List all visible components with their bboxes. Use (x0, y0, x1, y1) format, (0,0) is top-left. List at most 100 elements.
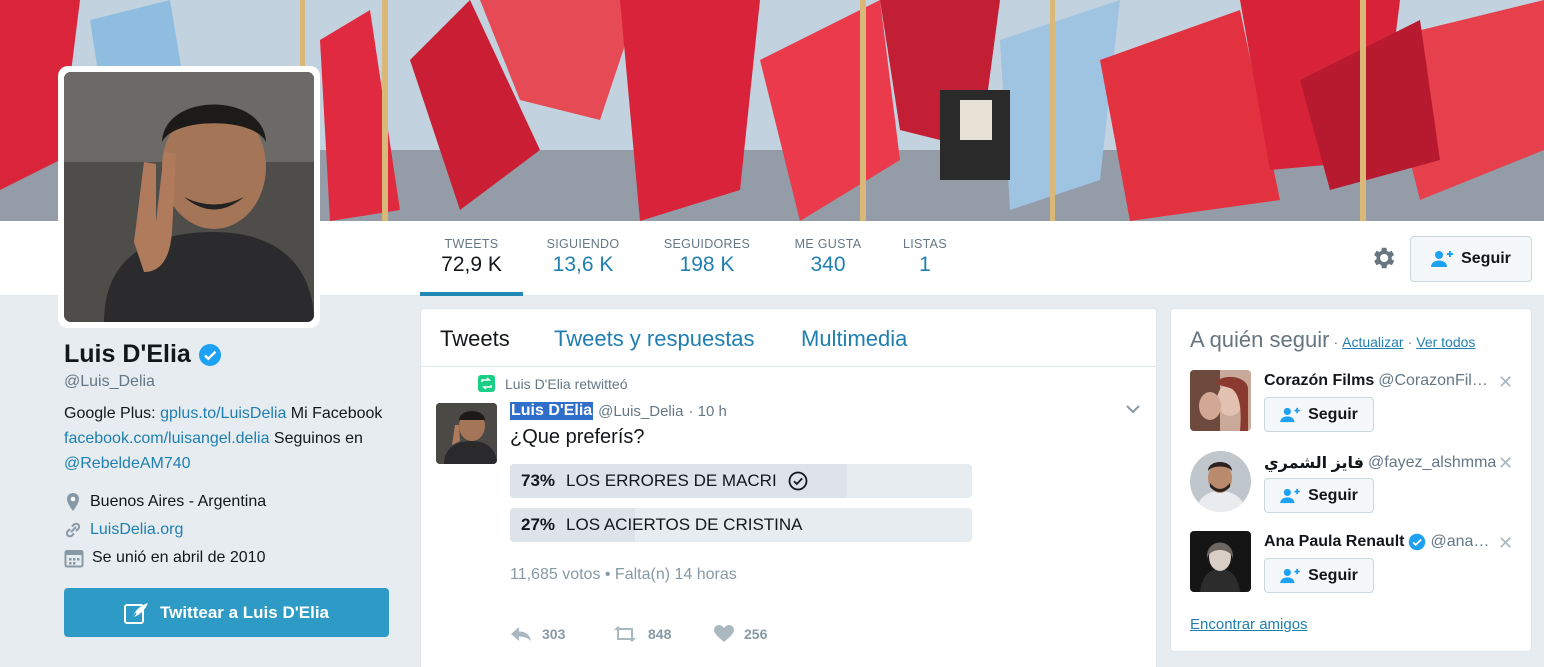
follow-label: Seguir (1308, 405, 1358, 423)
stat-followers[interactable]: SEGUIDORES 198 K (655, 221, 759, 296)
website-link[interactable]: LuisDelia.org (90, 521, 183, 539)
suggestion-avatar-image (1190, 531, 1251, 592)
stat-value: 72,9 K (441, 253, 502, 276)
stat-label: TWEETS (444, 237, 499, 251)
suggestion-handle: @ana… (1430, 533, 1490, 550)
add-user-icon (1280, 407, 1300, 422)
tweet-avatar[interactable] (436, 403, 497, 464)
follow-button[interactable]: Seguir (1410, 236, 1532, 282)
suggestion-identity[interactable]: Ana Paula Renault @ana… (1264, 533, 1496, 551)
find-friends-link[interactable]: Encontrar amigos (1190, 616, 1308, 633)
stat-label: SIGUIENDO (546, 237, 620, 251)
bio-text: Mi Facebook (286, 405, 383, 422)
bio-link-gplus[interactable]: gplus.to/LuisDelia (160, 405, 286, 422)
bio-link-rebelde[interactable]: @RebeldeAM740 (64, 455, 191, 472)
poll-option-text: 73% LOS ERRORES DE MACRI (521, 471, 808, 491)
joined-text: Se unió en abril de 2010 (92, 549, 266, 566)
dismiss-icon[interactable]: ✕ (1498, 372, 1513, 393)
suggestion-avatar[interactable] (1190, 370, 1251, 431)
follow-label: Seguir (1308, 486, 1358, 504)
refresh-link[interactable]: Actualizar (1342, 334, 1403, 350)
calendar-icon (64, 550, 84, 568)
stat-value: 198 K (679, 253, 735, 276)
tweet-avatar-image (436, 403, 497, 464)
retweet-count: 848 (648, 626, 672, 642)
suggestion-item: Corazón Films @CorazonFil… ✕ Seguir (1190, 370, 1520, 440)
location-text: Buenos Aires - Argentina (90, 493, 267, 510)
suggestion-follow-button[interactable]: Seguir (1264, 478, 1374, 513)
suggestion-name: Ana Paula Renault (1264, 533, 1405, 550)
timeline-tabs: Tweets Tweets y respuestas Multimedia (421, 309, 1156, 367)
profile-handle[interactable]: @Luis_Delia (64, 373, 394, 391)
suggestion-avatar-image (1190, 451, 1251, 512)
bio-link-facebook[interactable]: facebook.com/luisangel.delia (64, 430, 269, 447)
poll-percent: 73% (521, 471, 556, 490)
stat-tweets[interactable]: TWEETS 72,9 K (420, 221, 523, 296)
view-all-link[interactable]: Ver todos (1416, 334, 1475, 350)
tweet-author-name[interactable]: Luis D'Elia (510, 402, 594, 420)
separator-dot: · (1407, 334, 1413, 350)
tab-tweets-and-replies[interactable]: Tweets y respuestas (554, 326, 755, 352)
reply-action[interactable]: 303 (510, 625, 612, 643)
suggestion-name: فايز الشمري (1264, 455, 1365, 472)
check-circle-icon (788, 471, 808, 491)
stat-label: LISTAS (903, 237, 947, 251)
follow-label: Seguir (1308, 566, 1358, 584)
suggestion-identity[interactable]: Corazón Films @CorazonFil… (1264, 372, 1496, 390)
dismiss-icon[interactable]: ✕ (1498, 453, 1513, 474)
suggestion-avatar[interactable] (1190, 451, 1251, 512)
poll-option-text: 27% LOS ACIERTOS DE CRISTINA (521, 515, 803, 535)
avatar-photo (64, 72, 314, 322)
stat-value: 340 (810, 253, 846, 276)
tweet-to-label: Twittear a Luis D'Elia (159, 602, 330, 622)
reply-count: 303 (542, 626, 566, 642)
website-row: LuisDelia.org (64, 516, 394, 544)
stat-label: ME GUSTA (794, 237, 862, 251)
tab-media[interactable]: Multimedia (801, 326, 907, 352)
profile-avatar[interactable] (58, 66, 320, 328)
profile-meta: Buenos Aires - Argentina LuisDelia.org S… (64, 488, 394, 572)
tweet-to-button[interactable]: Twittear a Luis D'Elia (64, 588, 389, 637)
poll-stats: 11,685 votos • Falta(n) 14 horas (510, 566, 737, 583)
tweet-time[interactable]: · 10 h (688, 403, 726, 420)
stat-value: 13,6 K (552, 253, 614, 276)
tab-tweets[interactable]: Tweets (440, 326, 510, 352)
chevron-down-icon[interactable] (1125, 403, 1141, 415)
poll-label: LOS ERRORES DE MACRI (566, 471, 777, 490)
retweeted-by[interactable]: Luis D'Elia retwitteó (505, 376, 628, 392)
who-to-follow-title: A quién seguir (1190, 327, 1330, 352)
suggestion-name: Corazón Films (1264, 372, 1375, 389)
follow-label: Seguir (1461, 250, 1511, 267)
add-user-icon (1280, 488, 1300, 503)
suggestion-avatar[interactable] (1190, 531, 1251, 592)
suggestion-follow-button[interactable]: Seguir (1264, 558, 1374, 593)
timeline: Tweets Tweets y respuestas Multimedia Lu… (420, 308, 1157, 667)
dismiss-icon[interactable]: ✕ (1498, 533, 1513, 554)
heart-icon (714, 625, 734, 642)
stat-likes[interactable]: ME GUSTA 340 (788, 221, 868, 296)
suggestion-follow-button[interactable]: Seguir (1264, 397, 1374, 432)
suggestion-handle: @CorazonFil… (1378, 372, 1488, 389)
stat-following[interactable]: SIGUIENDO 13,6 K (537, 221, 629, 296)
profile-name-row: Luis D'Elia (64, 340, 394, 369)
profile-bio: Google Plus: gplus.to/LuisDelia Mi Faceb… (64, 401, 394, 476)
who-to-follow: A quién seguir · Actualizar · Ver todos … (1170, 308, 1532, 652)
add-user-icon (1431, 251, 1454, 267)
suggestion-identity[interactable]: فايز الشمري @fayez_alshmmari (1264, 453, 1496, 473)
retweet-icon (614, 626, 636, 642)
tweet-text: ¿Que preferís? (510, 426, 645, 448)
poll-label: LOS ACIERTOS DE CRISTINA (566, 515, 803, 534)
compose-quill-icon (123, 602, 148, 624)
tweet-author-handle[interactable]: @Luis_Delia (598, 403, 683, 420)
stat-label: SEGUIDORES (663, 237, 751, 251)
gear-icon[interactable] (1369, 244, 1397, 272)
reply-icon (511, 627, 531, 641)
poll-option-1: 73% LOS ERRORES DE MACRI (510, 464, 972, 498)
profile-name[interactable]: Luis D'Elia (64, 340, 191, 369)
stat-lists[interactable]: LISTAS 1 (897, 221, 953, 296)
retweet-action[interactable]: 848 (612, 625, 714, 643)
bio-text: Seguinos en (269, 430, 363, 447)
suggestion-avatar-image (1190, 370, 1251, 431)
poll-option-2: 27% LOS ACIERTOS DE CRISTINA (510, 508, 972, 542)
like-action[interactable]: 256 (714, 625, 816, 643)
